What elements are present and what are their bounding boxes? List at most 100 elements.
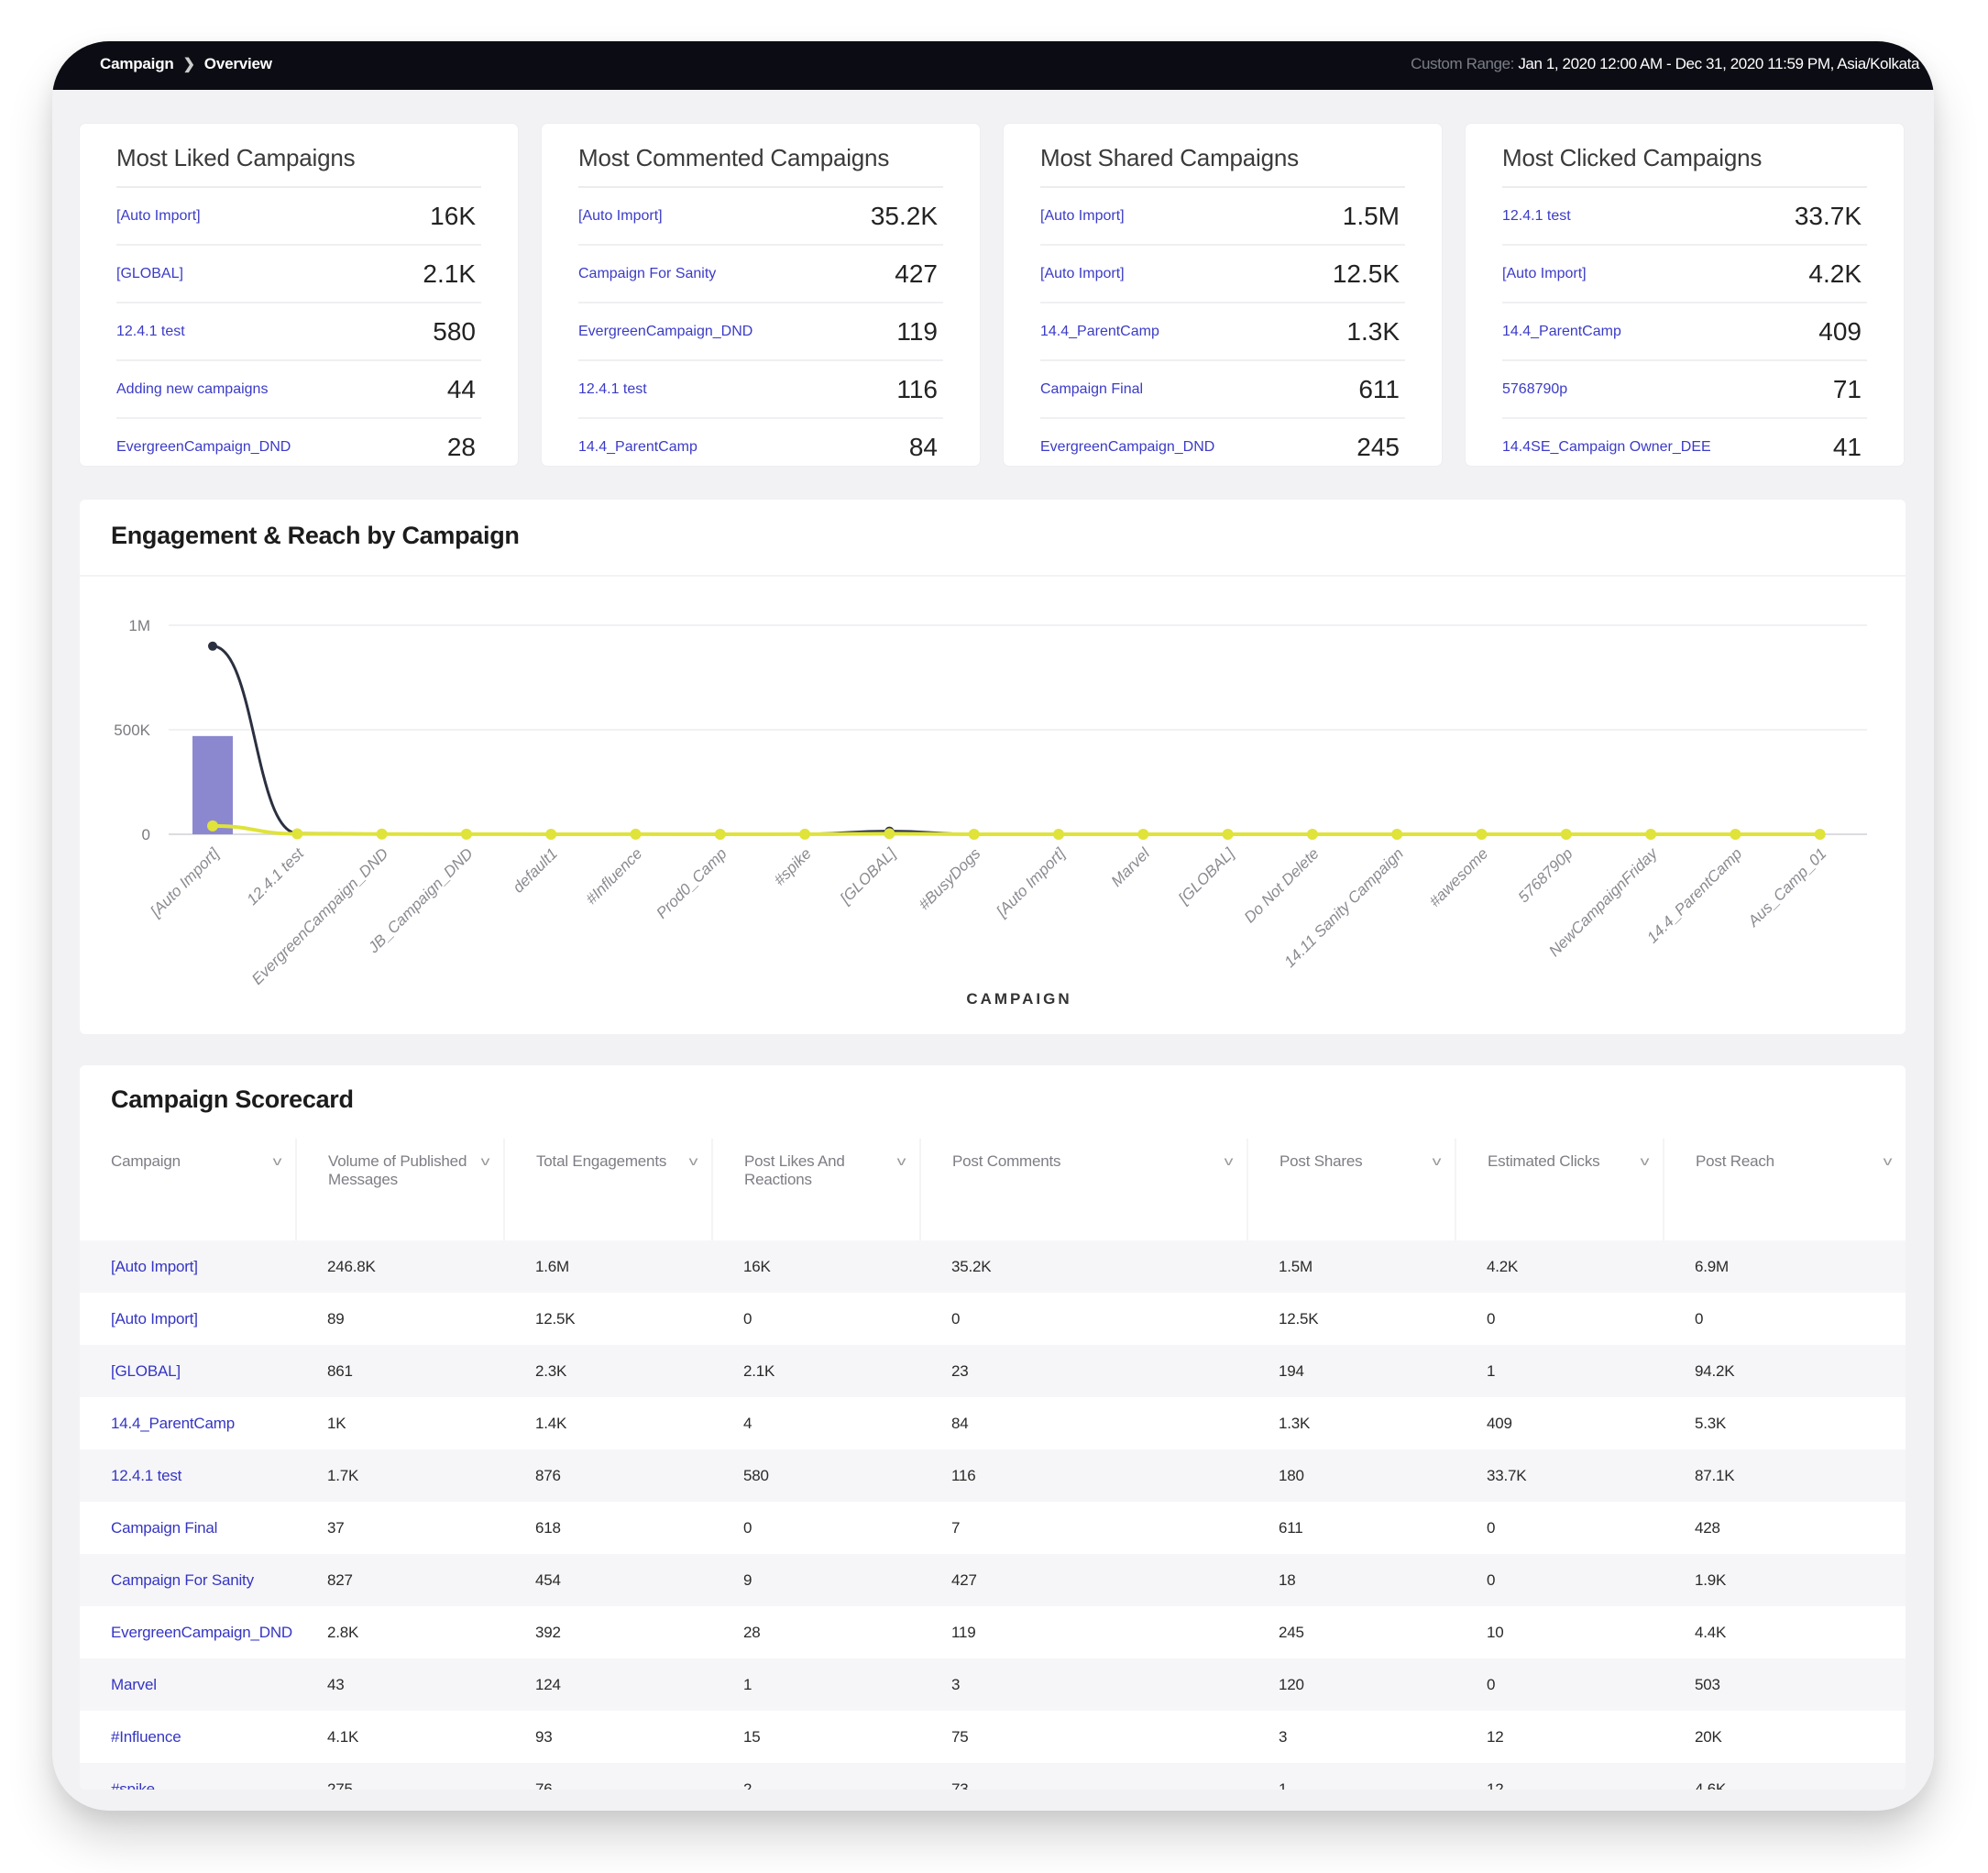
- campaign-link[interactable]: [Auto Import]: [116, 208, 201, 225]
- metric-value: 12.5K: [1332, 259, 1400, 288]
- table-cell: 876: [504, 1449, 712, 1502]
- series-line: [212, 645, 1820, 836]
- table-cell: 0: [1487, 1518, 1496, 1537]
- x-tick-label: #awesome: [1426, 844, 1492, 910]
- metric-value: 44: [446, 374, 476, 403]
- table-row: Campaign Final 37 618 0 7 611 0 428: [80, 1502, 1906, 1554]
- table-cell: 2.3K: [504, 1345, 712, 1397]
- campaign-link[interactable]: #spike: [80, 1763, 296, 1790]
- table-cell: 43: [296, 1658, 504, 1711]
- campaign-link[interactable]: [Auto Import]: [1040, 208, 1125, 225]
- campaign-link[interactable]: [Auto Import]: [578, 208, 663, 225]
- column-header[interactable]: Post Reach v: [1663, 1139, 1906, 1240]
- column-header[interactable]: Campaign v: [80, 1139, 296, 1240]
- metric-value: 28: [446, 432, 476, 461]
- column-header[interactable]: Post Comments v: [919, 1139, 1247, 1240]
- campaign-link[interactable]: EvergreenCampaign_DND: [1040, 439, 1214, 456]
- table-cell: 116: [920, 1449, 1247, 1502]
- table-cell: 124: [504, 1658, 712, 1711]
- campaign-link[interactable]: #Influence: [80, 1711, 296, 1763]
- x-tick-label: #spike: [771, 844, 815, 888]
- table-cell: 12: [1455, 1763, 1664, 1790]
- campaign-link[interactable]: 12.4.1 test: [578, 381, 647, 398]
- breadcrumb-campaign[interactable]: Campaign: [100, 55, 174, 73]
- table-row: Campaign For Sanity 827 454 9 427 18 0 1.9K: [80, 1554, 1906, 1606]
- campaign-link[interactable]: 12.4.1 test: [1502, 208, 1571, 225]
- campaign-link[interactable]: [Auto Import]: [80, 1293, 296, 1345]
- campaign-link[interactable]: 12.4.1 test: [80, 1449, 296, 1502]
- list-item: 12.4.1 test 116: [578, 361, 943, 419]
- table-cell: 392: [535, 1623, 561, 1641]
- campaign-link[interactable]: [Auto Import]: [1040, 266, 1125, 282]
- list-item: EvergreenCampaign_DND 245: [1040, 419, 1405, 475]
- campaign-link[interactable]: [GLOBAL]: [80, 1345, 296, 1397]
- scorecard-table: Campaign v Volume of Published Messages v To…: [80, 1139, 1906, 1790]
- chevron-down-icon[interactable]: v: [1884, 1151, 1893, 1170]
- metric-value: 41: [1832, 432, 1862, 461]
- campaign-link[interactable]: 14.4_ParentCamp: [578, 439, 697, 456]
- list-item: Campaign Final 611: [1040, 361, 1405, 419]
- campaign-link[interactable]: Campaign For Sanity: [578, 266, 716, 282]
- campaign-link[interactable]: EvergreenCampaign_DND: [80, 1606, 296, 1658]
- table-cell: 0: [951, 1309, 961, 1328]
- chevron-down-icon[interactable]: v: [273, 1151, 282, 1170]
- campaign-link[interactable]: Marvel: [80, 1658, 296, 1711]
- campaign-link[interactable]: EvergreenCampaign_DND: [578, 324, 752, 340]
- breadcrumb: Campaign ❯ Overview: [100, 55, 272, 73]
- chevron-down-icon[interactable]: v: [1641, 1151, 1650, 1170]
- metric-value: 2.1K: [423, 259, 476, 288]
- column-header[interactable]: Total Engagements v: [503, 1139, 712, 1240]
- chevron-down-icon[interactable]: v: [897, 1151, 906, 1170]
- campaign-link[interactable]: [Auto Import]: [1502, 266, 1587, 282]
- x-tick-label: #Influence: [582, 844, 645, 908]
- chevron-down-icon[interactable]: v: [481, 1151, 490, 1170]
- table-cell: 1.5M: [1247, 1240, 1455, 1293]
- column-header[interactable]: Estimated Clicks v: [1455, 1139, 1664, 1240]
- campaign-link[interactable]: Campaign Final: [1040, 381, 1143, 398]
- campaign-link[interactable]: Campaign For Sanity: [80, 1554, 296, 1606]
- list-item: EvergreenCampaign_DND 28: [116, 419, 481, 475]
- campaign-link[interactable]: 14.4_ParentCamp: [80, 1397, 296, 1449]
- table-cell: 503: [1664, 1658, 1906, 1711]
- campaign-link[interactable]: 14.4_ParentCamp: [1040, 324, 1159, 340]
- card-title: Most Liked Campaigns: [116, 144, 356, 171]
- column-header[interactable]: Volume of Published Messages v: [295, 1139, 504, 1240]
- table-cell: 20K: [1695, 1727, 1722, 1746]
- chevron-down-icon[interactable]: v: [689, 1151, 698, 1170]
- card-list: 12.4.1 test 33.7K [Auto Import] 4.2K 14.4_Pa…: [1502, 186, 1867, 475]
- date-range-label: Custom Range:: [1411, 55, 1514, 72]
- campaign-link[interactable]: [Auto Import]: [80, 1240, 296, 1293]
- date-range-value[interactable]: Jan 1, 2020 12:00 AM - Dec 31, 2020 11:5…: [1518, 55, 1919, 72]
- campaign-link[interactable]: 14.4SE_Campaign Owner_DEE: [1502, 439, 1711, 456]
- table-cell: 4.2K: [1455, 1240, 1664, 1293]
- column-header[interactable]: Post Likes And Reactions v: [711, 1139, 920, 1240]
- campaign-link[interactable]: Campaign Final: [80, 1502, 296, 1554]
- table-row: #spike 275 76 2 73 1 12 4.6K: [80, 1763, 1906, 1790]
- date-range[interactable]: Custom Range: Jan 1, 2020 12:00 AM - Dec…: [1411, 55, 1919, 73]
- table-cell: 5.3K: [1695, 1414, 1727, 1432]
- chevron-down-icon[interactable]: v: [1433, 1151, 1442, 1170]
- campaign-link[interactable]: 5768790p: [1502, 381, 1567, 398]
- campaign-link[interactable]: 14.4_ParentCamp: [1502, 324, 1621, 340]
- campaign-link[interactable]: EvergreenCampaign_DND: [116, 439, 291, 456]
- campaign-link[interactable]: 12.4.1 test: [116, 324, 185, 340]
- bar: [192, 735, 233, 834]
- campaign-link[interactable]: [GLOBAL]: [116, 266, 183, 282]
- chevron-down-icon[interactable]: v: [1225, 1151, 1234, 1170]
- table-cell: 0: [743, 1518, 752, 1537]
- top-campaigns-card: Most Shared Campaigns [Auto Import] 1.5M [A…: [1004, 124, 1442, 466]
- list-item: 14.4SE_Campaign Owner_DEE 41: [1502, 419, 1867, 475]
- table-cell: 409: [1487, 1414, 1512, 1432]
- campaign-link[interactable]: Adding new campaigns: [116, 381, 268, 398]
- y-tick-label: 0: [142, 826, 150, 843]
- list-item: [Auto Import] 1.5M: [1040, 188, 1405, 246]
- card-list: [Auto Import] 35.2K Campaign For Sanity 427…: [578, 186, 943, 475]
- list-item: EvergreenCampaign_DND 119: [578, 303, 943, 361]
- column-header[interactable]: Post Shares v: [1247, 1139, 1455, 1240]
- chevron-right-icon: ❯: [182, 57, 195, 72]
- list-item: 14.4_ParentCamp 84: [578, 419, 943, 475]
- table-cell: 35.2K: [920, 1240, 1247, 1293]
- table-cell: 428: [1695, 1518, 1720, 1537]
- table-cell: 84: [951, 1414, 969, 1432]
- x-tick-label: [GLOBAL]: [836, 843, 900, 908]
